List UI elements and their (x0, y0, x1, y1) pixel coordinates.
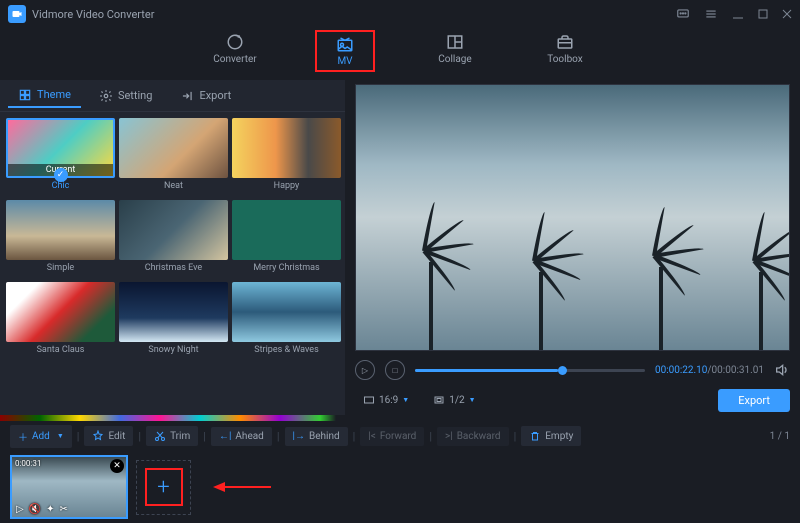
page-indicator: 1 / 1 (770, 431, 790, 442)
play-button[interactable]: ▷ (355, 360, 375, 380)
maximize-button[interactable] (758, 9, 768, 19)
trim-button[interactable]: Trim (146, 426, 198, 446)
clip-duration: 0:00:31 (15, 459, 41, 468)
export-button[interactable]: Export (718, 389, 790, 412)
theme-simple[interactable]: Simple (6, 200, 115, 278)
volume-icon[interactable] (774, 362, 790, 378)
edit-button[interactable]: Edit (84, 426, 133, 446)
tab-mv[interactable]: MV (315, 30, 375, 72)
close-button[interactable] (782, 9, 792, 19)
app-title: Vidmore Video Converter (32, 8, 154, 21)
forward-button[interactable]: |<Forward (360, 427, 424, 446)
theme-grid[interactable]: Current✓ Chic Neat Happy Simple Christma… (0, 112, 345, 415)
app-logo (8, 5, 26, 23)
timeline: 0:00:31 ✕ ▷ 🔇 ✦ ✂ + (0, 451, 800, 523)
sub-tabs: Theme Setting Export (0, 80, 345, 112)
empty-button[interactable]: Empty (521, 426, 581, 446)
tab-toolbox[interactable]: Toolbox (535, 30, 595, 68)
subtab-export[interactable]: Export (170, 85, 241, 107)
minimize-button[interactable] (732, 8, 744, 20)
stop-button[interactable]: □ (385, 360, 405, 380)
subtab-theme[interactable]: Theme (8, 84, 81, 108)
theme-christmas-eve[interactable]: Christmas Eve (119, 200, 228, 278)
tab-converter[interactable]: Converter (205, 30, 265, 68)
theme-merry-christmas[interactable]: Merry Christmas (232, 200, 341, 278)
subtab-setting[interactable]: Setting (89, 85, 163, 107)
menu-icon[interactable] (704, 7, 718, 21)
theme-stripes-waves[interactable]: Stripes & Waves (232, 282, 341, 360)
video-preview[interactable] (355, 84, 790, 351)
add-clip-slot[interactable]: + (136, 460, 191, 515)
timecode: 00:00:22.10/00:00:31.01 (655, 365, 764, 376)
main-tabs: Converter MV Collage Toolbox (0, 28, 800, 80)
behind-button[interactable]: |→Behind (285, 427, 348, 446)
clip-mute-icon[interactable]: 🔇 (29, 504, 41, 515)
plus-icon: + (157, 475, 169, 500)
theme-santa-claus[interactable]: Santa Claus (6, 282, 115, 360)
theme-snowy-night[interactable]: Snowy Night (119, 282, 228, 360)
aspect-ratio-select[interactable]: 16:9 ▼ (355, 391, 417, 409)
timeline-toolbar: ＋Add▼ | Edit | Trim | ←|Ahead | |→Behind… (0, 421, 800, 451)
clip-edit-icon[interactable]: ✦ (46, 504, 54, 515)
clip-item[interactable]: 0:00:31 ✕ ▷ 🔇 ✦ ✂ (10, 455, 128, 519)
clip-remove-icon[interactable]: ✕ (110, 459, 124, 473)
titlebar: Vidmore Video Converter (0, 0, 800, 28)
clip-trim-icon[interactable]: ✂ (60, 504, 68, 515)
seek-bar[interactable] (415, 369, 645, 372)
add-button[interactable]: ＋Add▼ (10, 425, 72, 448)
clip-play-icon[interactable]: ▷ (16, 504, 24, 515)
tab-collage[interactable]: Collage (425, 30, 485, 68)
zoom-select[interactable]: 1/2 ▼ (425, 391, 483, 409)
theme-neat[interactable]: Neat (119, 118, 228, 196)
check-icon: ✓ (54, 168, 68, 182)
ahead-button[interactable]: ←|Ahead (211, 427, 272, 446)
theme-chic[interactable]: Current✓ Chic (6, 118, 115, 196)
theme-happy[interactable]: Happy (232, 118, 341, 196)
feedback-icon[interactable] (676, 7, 690, 21)
annotation-arrow (213, 477, 273, 497)
backward-button[interactable]: >|Backward (437, 427, 509, 446)
